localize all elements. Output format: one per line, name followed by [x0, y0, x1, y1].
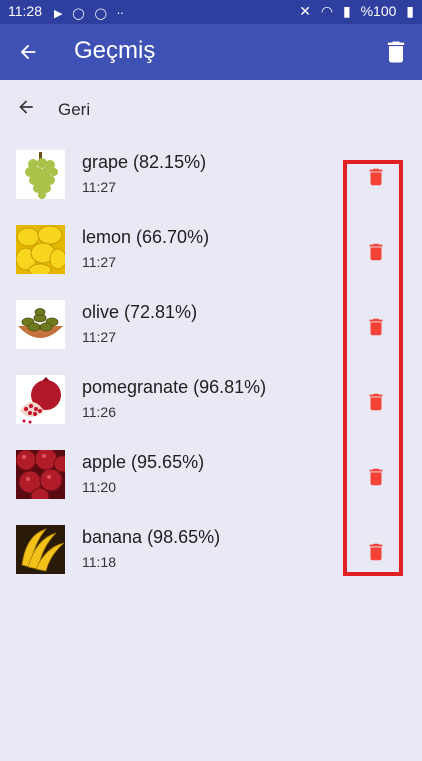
- app-bar: Geçmiş: [0, 24, 422, 80]
- olive-image: [16, 300, 65, 349]
- fruit-label: apple (95.65%): [82, 452, 205, 472]
- battery-percent: %100: [360, 3, 397, 19]
- fruit-time: 11:27: [82, 254, 116, 270]
- fruit-time: 11:27: [82, 329, 116, 345]
- lemon-image: [16, 225, 65, 274]
- arrow-left-icon[interactable]: [14, 38, 42, 66]
- status-time: 11:28: [8, 3, 42, 19]
- o-icon: ◯: [72, 8, 85, 20]
- mute-icon: ✕: [299, 3, 311, 19]
- fruit-label: grape (82.15%): [82, 152, 207, 172]
- trash-icon[interactable]: [382, 38, 410, 66]
- dots-icon: ⋅⋅: [116, 8, 124, 20]
- fruit-time: 11:20: [82, 479, 116, 495]
- page-title: Geçmiş: [74, 37, 156, 64]
- youtube-icon: ▶: [54, 8, 63, 20]
- fruit-time: 11:26: [82, 404, 116, 420]
- fruit-label: pomegranate (96.81%): [82, 377, 267, 397]
- status-notification-icons: ▶ ◯ ◯ ⋅⋅: [54, 4, 130, 20]
- back-link-label: Geri: [58, 100, 91, 119]
- o-icon: ◯: [94, 8, 107, 20]
- pomegranate-image: [16, 375, 65, 424]
- fruit-label: lemon (66.70%): [82, 227, 210, 247]
- wifi-icon: ◠: [320, 3, 334, 19]
- signal-icon: ▮: [342, 3, 351, 19]
- fruit-label: banana (98.65%): [82, 527, 221, 547]
- highlight-box: [343, 160, 403, 576]
- arrow-left-icon: [16, 97, 38, 123]
- battery-icon: ▮: [406, 3, 414, 19]
- grape-image: [16, 150, 65, 199]
- fruit-label: olive (72.81%): [82, 302, 198, 322]
- fruit-time: 11:18: [82, 554, 116, 570]
- banana-image: [16, 525, 65, 574]
- status-bar: 11:28 ▶ ◯ ◯ ⋅⋅ ✕ ◠ ▮ %100 ▮: [0, 0, 422, 24]
- back-link[interactable]: Geri: [16, 95, 90, 125]
- fruit-time: 11:27: [82, 179, 116, 195]
- apple-image: [16, 450, 65, 499]
- status-right: ✕ ◠ ▮ %100 ▮: [293, 3, 414, 20]
